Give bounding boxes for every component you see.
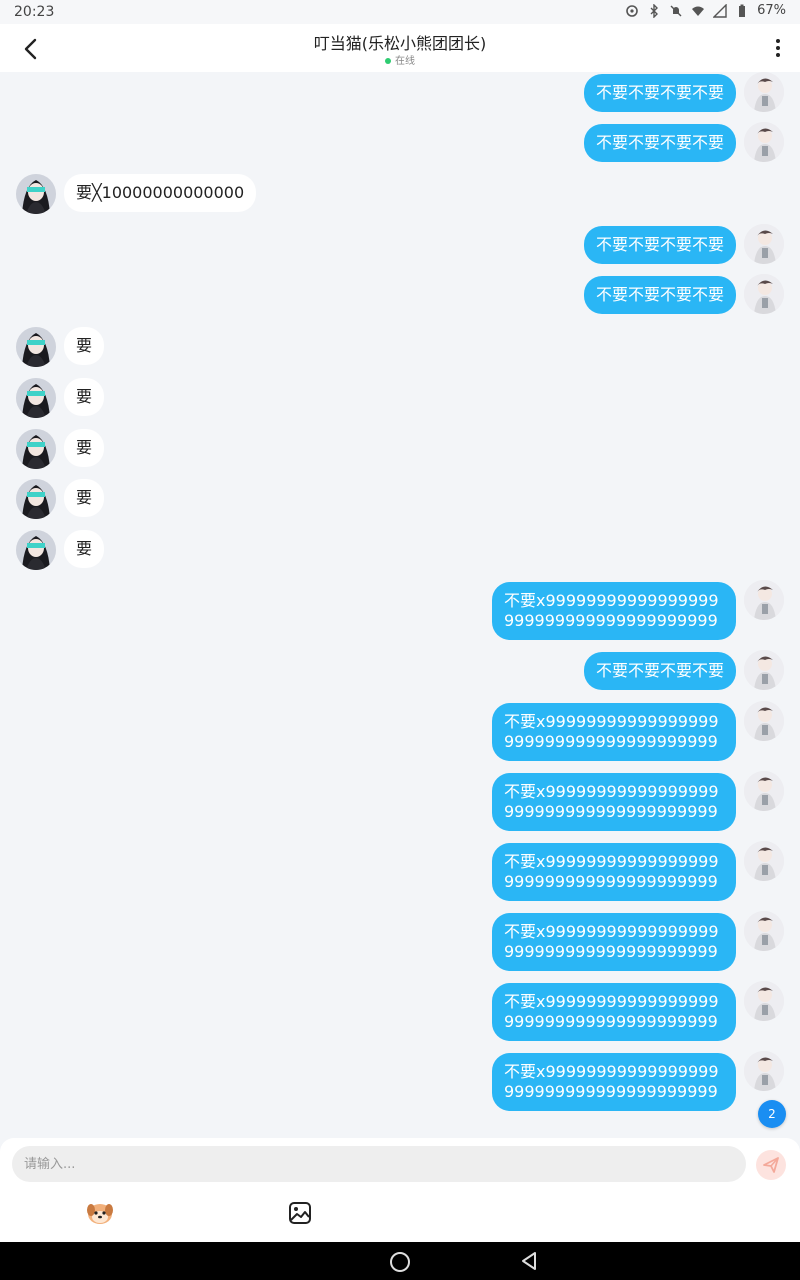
chat-title: 叮当猫(乐松小熊团团长) — [313, 34, 487, 53]
message-bubble[interactable]: 要 — [64, 530, 105, 568]
mute-icon — [670, 5, 682, 16]
my-avatar[interactable] — [744, 650, 784, 690]
message-list[interactable]: 不要不要不要不要 不要不要不要不要 要╳10000000000000 不要不要不要不要… — [0, 72, 800, 1138]
online-status-label: 在线 — [395, 56, 415, 67]
home-button-icon[interactable] — [390, 1252, 410, 1272]
status-time: 20:23 — [14, 4, 55, 20]
my-avatar[interactable] — [744, 771, 784, 811]
message-bubble[interactable]: 不要不要不要不要 — [583, 74, 736, 112]
signal-icon — [713, 3, 727, 18]
image-button[interactable] — [285, 1198, 315, 1228]
nav-back-icon[interactable] — [520, 1251, 538, 1271]
message-bubble[interactable]: 不要x9999999999999999999999999999999999999… — [492, 582, 736, 640]
message-bubble[interactable]: 要 — [64, 429, 105, 467]
online-dot-icon — [385, 58, 391, 64]
online-status: 在线 — [0, 52, 800, 67]
message-bubble[interactable]: 要╳10000000000000 — [64, 174, 257, 212]
more-dot-icon — [776, 53, 780, 57]
battery-icon — [739, 4, 746, 17]
message-bubble[interactable]: 不要不要不要不要 — [583, 276, 736, 314]
bluetooth-icon — [650, 3, 659, 18]
message-bubble[interactable]: 不要x9999999999999999999999999999999999999… — [492, 843, 736, 901]
wifi-icon — [692, 6, 705, 16]
contact-avatar[interactable] — [16, 174, 56, 214]
more-dot-icon — [776, 39, 780, 43]
contact-avatar[interactable] — [16, 479, 56, 519]
my-avatar[interactable] — [744, 72, 784, 112]
my-avatar[interactable] — [744, 224, 784, 264]
send-button[interactable] — [756, 1150, 786, 1180]
more-options-button[interactable] — [770, 36, 786, 62]
battery-level: 67% — [757, 3, 786, 18]
message-input[interactable] — [12, 1146, 746, 1182]
message-bubble[interactable]: 要 — [64, 378, 105, 416]
message-bubble[interactable]: 不要x9999999999999999999999999999999999999… — [492, 773, 736, 831]
system-nav-bar — [0, 1242, 800, 1280]
sync-icon — [626, 4, 638, 17]
message-bubble[interactable]: 要 — [64, 327, 105, 365]
status-icons: 67% — [625, 3, 786, 18]
contact-avatar[interactable] — [16, 530, 56, 570]
my-avatar[interactable] — [744, 580, 784, 620]
more-dot-icon — [776, 46, 780, 50]
message-bubble[interactable]: 不要不要不要不要 — [583, 652, 736, 690]
send-icon — [763, 1157, 779, 1173]
contact-avatar[interactable] — [16, 378, 56, 418]
sticker-icon — [87, 1204, 113, 1224]
message-bubble[interactable]: 不要x9999999999999999999999999999999999999… — [492, 703, 736, 761]
message-bubble[interactable]: 不要x9999999999999999999999999999999999999… — [492, 1053, 736, 1111]
my-avatar[interactable] — [744, 122, 784, 162]
contact-avatar[interactable] — [16, 429, 56, 469]
input-bar — [0, 1138, 800, 1242]
message-bubble[interactable]: 不要不要不要不要 — [583, 226, 736, 264]
my-avatar[interactable] — [744, 274, 784, 314]
my-avatar[interactable] — [744, 841, 784, 881]
message-bubble[interactable]: 不要x9999999999999999999999999999999999999… — [492, 913, 736, 971]
my-avatar[interactable] — [744, 1051, 784, 1091]
my-avatar[interactable] — [744, 701, 784, 741]
sticker-button[interactable] — [85, 1198, 115, 1228]
image-icon — [289, 1202, 311, 1224]
my-avatar[interactable] — [744, 911, 784, 951]
unread-count-badge[interactable]: 2 — [758, 1100, 786, 1128]
chat-header: 叮当猫(乐松小熊团团长) 在线 — [0, 24, 800, 72]
message-bubble[interactable]: 不要x9999999999999999999999999999999999999… — [492, 983, 736, 1041]
my-avatar[interactable] — [744, 981, 784, 1021]
message-bubble[interactable]: 要 — [64, 479, 105, 517]
message-bubble[interactable]: 不要不要不要不要 — [583, 124, 736, 162]
contact-avatar[interactable] — [16, 327, 56, 367]
status-bar: 20:23 67% — [0, 0, 800, 24]
